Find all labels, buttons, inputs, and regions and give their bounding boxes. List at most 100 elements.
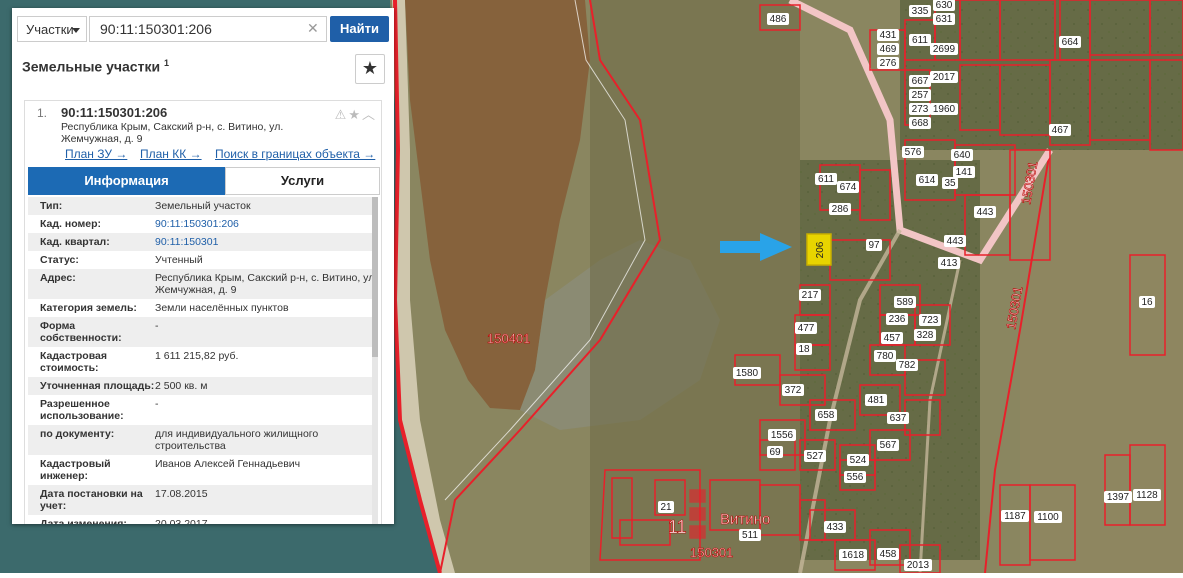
parcel-label[interactable]: 611 (818, 174, 834, 185)
parcel-label[interactable]: 328 (917, 330, 934, 341)
parcel-label[interactable]: 469 (880, 44, 897, 55)
field-east (1020, 150, 1183, 573)
parcel-label[interactable]: 276 (880, 58, 897, 69)
parcel-label[interactable]: 611 (912, 35, 928, 46)
property-row: Статус: Учтенный (28, 251, 378, 269)
parcel-label[interactable]: 443 (977, 207, 994, 218)
parcel-label[interactable]: 524 (850, 455, 867, 466)
clear-icon[interactable]: ✕ (307, 20, 319, 37)
parcel-label[interactable]: 477 (798, 323, 815, 334)
parcel-label[interactable]: 467 (1052, 125, 1069, 136)
search-panel: Участки ✕ Найти Земельные участки 1 ★ 1.… (12, 8, 394, 524)
parcel-label[interactable]: 1960 (933, 104, 956, 115)
parcel-label[interactable]: 372 (785, 385, 802, 396)
parcel-label[interactable]: 664 (1062, 37, 1079, 48)
search-in-bounds-link[interactable]: Поиск в границах объекта → (215, 147, 375, 161)
property-row: Категория земель: Земли населённых пункто… (28, 299, 378, 317)
parcel-label[interactable]: 1128 (1136, 490, 1158, 501)
scrollbar[interactable] (372, 197, 378, 524)
parcel-label[interactable]: 431 (880, 30, 897, 41)
parcel-label[interactable]: 18 (798, 344, 810, 355)
property-row: Кадастровая стоимость: 1 611 215,82 руб. (28, 347, 378, 377)
tab-services[interactable]: Услуги (225, 167, 380, 195)
parcel-label[interactable]: 2013 (907, 560, 930, 571)
chevron-up-icon[interactable]: ︿ (362, 107, 377, 122)
property-key: Тип: (40, 200, 63, 212)
parcel-label[interactable]: 1397 (1107, 492, 1130, 503)
warning-icon[interactable]: ⚠ (335, 107, 349, 122)
parcel-label[interactable]: 527 (807, 451, 824, 462)
property-key: Статус: (40, 254, 79, 266)
result-index: 1. (37, 106, 48, 120)
property-row: Уточненная площадь: 2 500 кв. м (28, 377, 378, 395)
parcel-label[interactable]: 21 (660, 502, 672, 513)
favorite-button[interactable]: ★ (355, 54, 385, 84)
parcel-label[interactable]: 69 (769, 447, 781, 458)
parcel-label[interactable]: 1618 (842, 550, 865, 561)
property-value: для индивидуального жилищного строительс… (155, 428, 319, 452)
parcel-label[interactable]: 589 (897, 297, 914, 308)
parcel-label[interactable]: 674 (840, 182, 857, 193)
result-cadastral-number[interactable]: 90:11:150301:206 (61, 105, 167, 120)
parcel-label[interactable]: 335 (912, 6, 929, 17)
parcel-label[interactable]: 443 (947, 236, 964, 247)
parcel-label[interactable]: 97 (868, 240, 880, 251)
parcel-label[interactable]: 458 (880, 549, 897, 560)
search-type-label: Участки (26, 22, 74, 37)
property-value: - (155, 398, 159, 410)
property-value[interactable]: 90:11:150301:206 (155, 218, 378, 230)
property-value: 2 500 кв. м (155, 380, 208, 392)
tab-information[interactable]: Информация (28, 167, 225, 195)
parcel-label[interactable]: 631 (936, 14, 953, 25)
parcel-label[interactable]: 630 (936, 0, 953, 11)
plan-kk-link[interactable]: План КК → (140, 147, 202, 161)
find-button[interactable]: Найти (330, 16, 389, 42)
parcel-label[interactable]: 782 (899, 360, 916, 371)
parcel-label[interactable]: 614 (919, 175, 936, 186)
property-value: Иванов Алексей Геннадьевич (155, 458, 301, 470)
parcel-label[interactable]: 1187 (1004, 511, 1026, 522)
property-value[interactable]: 90:11:150301 (155, 236, 378, 248)
parcel-label[interactable]: 217 (802, 290, 819, 301)
parcel-label[interactable]: 141 (956, 167, 973, 178)
parcel-label[interactable]: 576 (905, 147, 922, 158)
steppe (590, 0, 800, 573)
scrollbar-thumb[interactable] (372, 197, 378, 357)
parcel-label[interactable]: 567 (880, 440, 897, 451)
parcel-label[interactable]: 556 (847, 472, 864, 483)
star-icon[interactable]: ★ (348, 107, 362, 122)
parcel-label[interactable]: 1100 (1037, 512, 1059, 523)
parcel-label[interactable]: 286 (832, 204, 849, 215)
parcel-label[interactable]: 723 (922, 315, 939, 326)
parcel-label[interactable]: 1556 (771, 430, 794, 441)
parcel-label[interactable]: 511 (742, 530, 758, 541)
parcel-label[interactable]: 637 (890, 413, 907, 424)
parcel-label[interactable]: 780 (877, 351, 894, 362)
plan-zu-link[interactable]: План ЗУ → (65, 147, 127, 161)
parcel-label[interactable]: 481 (868, 395, 885, 406)
parcel-label[interactable]: 640 (954, 150, 971, 161)
parcel-label[interactable]: 433 (827, 522, 844, 533)
search-input[interactable] (89, 16, 327, 42)
parcel-label[interactable]: 2017 (933, 72, 956, 83)
parcel-label[interactable]: 457 (884, 333, 901, 344)
parcel-label[interactable]: 257 (912, 90, 929, 101)
chevron-down-icon (72, 28, 80, 33)
parcel-label[interactable]: 667 (912, 76, 929, 87)
property-key: Форма собственности: (40, 320, 122, 344)
property-key: Кад. номер: (40, 218, 102, 230)
parcel-label[interactable]: 1580 (736, 368, 759, 379)
parcel-label[interactable]: 16 (1141, 297, 1153, 308)
parcel-label[interactable]: 2699 (933, 44, 956, 55)
parcel-label[interactable]: 658 (818, 410, 835, 421)
parcel-label[interactable]: 413 (941, 258, 958, 269)
parcel-label[interactable]: 273 (912, 104, 929, 115)
parcel-label[interactable]: 236 (889, 314, 906, 325)
property-key: Кадастровая стоимость: (40, 350, 107, 374)
search-type-select[interactable]: Участки (17, 16, 87, 42)
parcel-label[interactable]: 486 (770, 14, 787, 25)
property-value: Республика Крым, Сакский р-н, с. Витино,… (155, 272, 378, 296)
property-row: Дата постановки на учет: 17.08.2015 (28, 485, 378, 515)
parcel-label[interactable]: 35 (944, 178, 956, 189)
parcel-label[interactable]: 668 (912, 118, 929, 129)
